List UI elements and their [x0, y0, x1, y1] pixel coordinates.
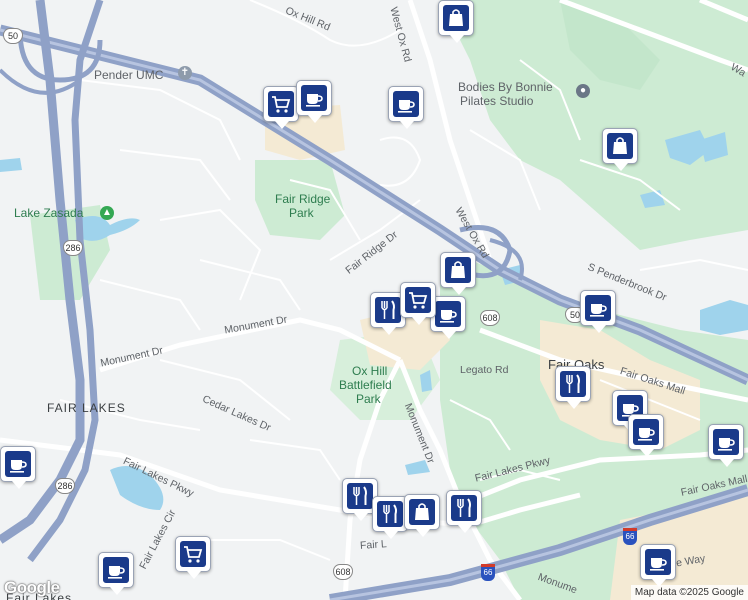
marker-coffee-4[interactable]: [388, 86, 424, 129]
marker-shopping-cart-2[interactable]: [263, 86, 299, 129]
interstate-66-shield-south: 66: [481, 564, 495, 581]
marker-coffee-14[interactable]: [708, 424, 744, 467]
interstate-66-shield-east: 66: [623, 528, 637, 545]
marker-shopping-bag-5[interactable]: [602, 128, 638, 171]
route-50-shield-west: 50: [3, 28, 23, 44]
church-icon[interactable]: ✝: [178, 66, 192, 80]
label-fair-ridge-park-2: Park: [289, 206, 314, 220]
marker-shopping-cart-20[interactable]: [175, 536, 211, 579]
label-lake-zasada: Lake Zasada: [14, 206, 84, 220]
label-fair-lakes: FAIR LAKES: [47, 401, 126, 415]
route-286-shield-bottom: 286: [55, 478, 75, 494]
label-fair-l-bottom: Fair L: [359, 538, 388, 552]
park-tree-icon[interactable]: ▲: [100, 206, 114, 220]
map-attribution[interactable]: Map data ©2025 Google: [630, 585, 748, 600]
label-ox-hill-battlefield-1: Ox Hill: [352, 364, 388, 378]
marker-coffee-3[interactable]: [296, 80, 332, 123]
label-fair-ridge-park-1: Fair Ridge: [275, 192, 331, 206]
map-view[interactable]: Ox Hill Rd West Ox Rd Pender UMC ✝ Bodie…: [0, 0, 748, 600]
label-pender-umc: Pender UMC: [94, 68, 164, 82]
marker-restaurant-16[interactable]: [372, 496, 408, 539]
label-ox-hill-battlefield-3: Park: [356, 392, 381, 406]
marker-restaurant-18[interactable]: [446, 490, 482, 533]
label-bodies-by-bonnie-2: Pilates Studio: [460, 94, 534, 108]
marker-coffee-21[interactable]: [98, 552, 134, 595]
label-bodies-by-bonnie-1: Bodies By Bonnie: [458, 80, 553, 94]
marker-coffee-13[interactable]: [628, 414, 664, 457]
route-608-shield-mid: 608: [480, 310, 500, 326]
route-608-shield-bottom: 608: [333, 564, 353, 580]
marker-coffee-22[interactable]: [0, 446, 36, 489]
marker-coffee-6[interactable]: [580, 290, 616, 333]
marker-restaurant-11[interactable]: [555, 366, 591, 409]
marker-shopping-bag-17[interactable]: [404, 494, 440, 537]
marker-coffee-19[interactable]: [640, 544, 676, 587]
marker-shopping-cart-10[interactable]: [400, 282, 436, 325]
marker-shopping-bag-1[interactable]: [438, 0, 474, 43]
label-legato-rd: Legato Rd: [460, 364, 509, 376]
route-286-shield-top: 286: [63, 240, 83, 256]
google-logo: Google: [4, 578, 60, 597]
marker-shopping-bag-7[interactable]: [440, 252, 476, 295]
fitness-icon[interactable]: ●: [576, 84, 590, 98]
label-ox-hill-battlefield-2: Battlefield: [339, 378, 392, 392]
